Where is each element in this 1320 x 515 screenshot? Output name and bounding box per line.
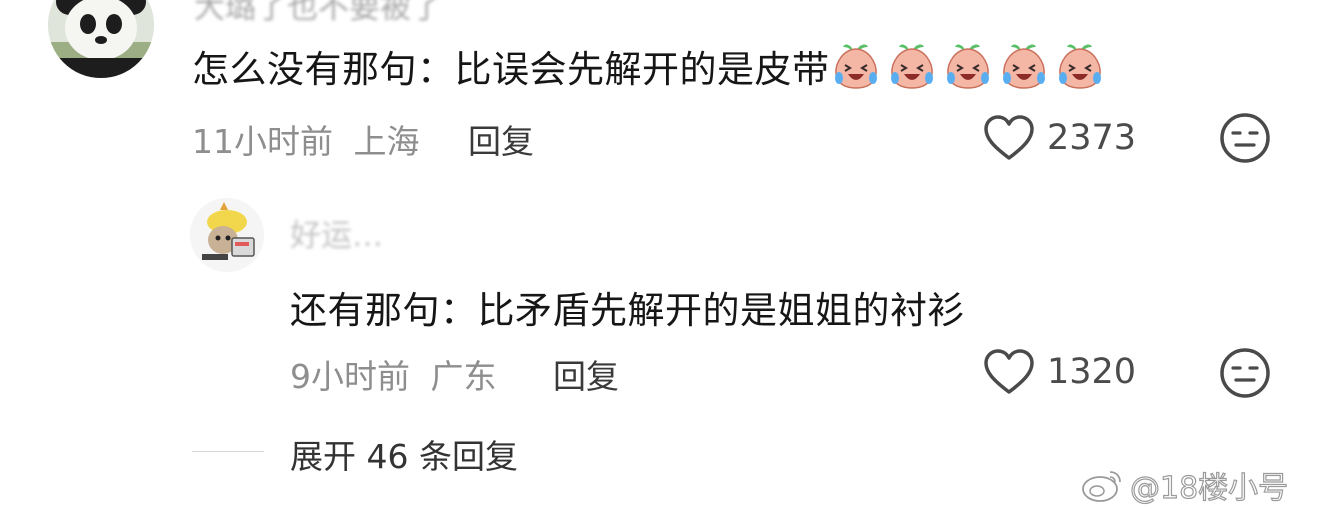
watermark-text: @18楼小号 xyxy=(1129,470,1289,506)
cat-avatar-image xyxy=(190,198,264,272)
comment-dislike-button[interactable] xyxy=(1219,112,1271,168)
heart-icon xyxy=(984,349,1034,394)
emoji-row xyxy=(830,40,1106,92)
expand-divider xyxy=(192,451,264,452)
comment-time: 11小时前 xyxy=(192,122,333,161)
meh-face-icon xyxy=(1220,113,1270,163)
heart-icon xyxy=(984,115,1034,160)
reply-meta: 9小时前 广东 xyxy=(290,350,497,398)
expand-replies-button[interactable]: 展开 46 条回复 xyxy=(290,430,518,478)
comment-like-button[interactable]: 2373 xyxy=(983,114,1136,162)
comment-like-count: 2373 xyxy=(1047,118,1137,158)
laughing-crying-peach-emoji xyxy=(834,44,877,89)
comment-meta: 11小时前 上海 xyxy=(192,115,420,163)
comment-reply-button[interactable]: 回复 xyxy=(468,115,534,163)
panda-avatar-image xyxy=(48,0,154,78)
reply-time: 9小时前 xyxy=(290,357,410,396)
comment-username[interactable]: 大璐了也不要被了 xyxy=(194,0,442,27)
reply-text: 还有那句：比矛盾先解开的是姐姐的衬衫 xyxy=(290,289,965,332)
meh-face-icon xyxy=(1220,348,1270,398)
avatar-panda[interactable] xyxy=(48,0,154,78)
weibo-logo-icon xyxy=(1082,471,1121,502)
reply-dislike-button[interactable] xyxy=(1219,347,1271,403)
comment-body: 怎么没有那句：比误会先解开的是皮带 xyxy=(192,39,1106,93)
laughing-crying-peach-emoji xyxy=(946,44,989,89)
comment-location: 上海 xyxy=(353,122,420,161)
reply-like-button[interactable]: 1320 xyxy=(983,348,1136,396)
reply-reply-button[interactable]: 回复 xyxy=(553,350,619,398)
reply-like-count: 1320 xyxy=(1047,352,1137,392)
laughing-crying-peach-emoji xyxy=(1058,44,1101,89)
watermark: @18楼小号 xyxy=(1080,463,1289,507)
reply-username[interactable]: 好运… xyxy=(290,210,383,255)
laughing-crying-peach-emoji xyxy=(1002,44,1045,89)
avatar-cat[interactable] xyxy=(190,198,264,272)
reply-location: 广东 xyxy=(430,357,497,396)
laughing-crying-peach-emoji xyxy=(890,44,933,89)
comment-text: 怎么没有那句：比误会先解开的是皮带 xyxy=(192,48,830,91)
